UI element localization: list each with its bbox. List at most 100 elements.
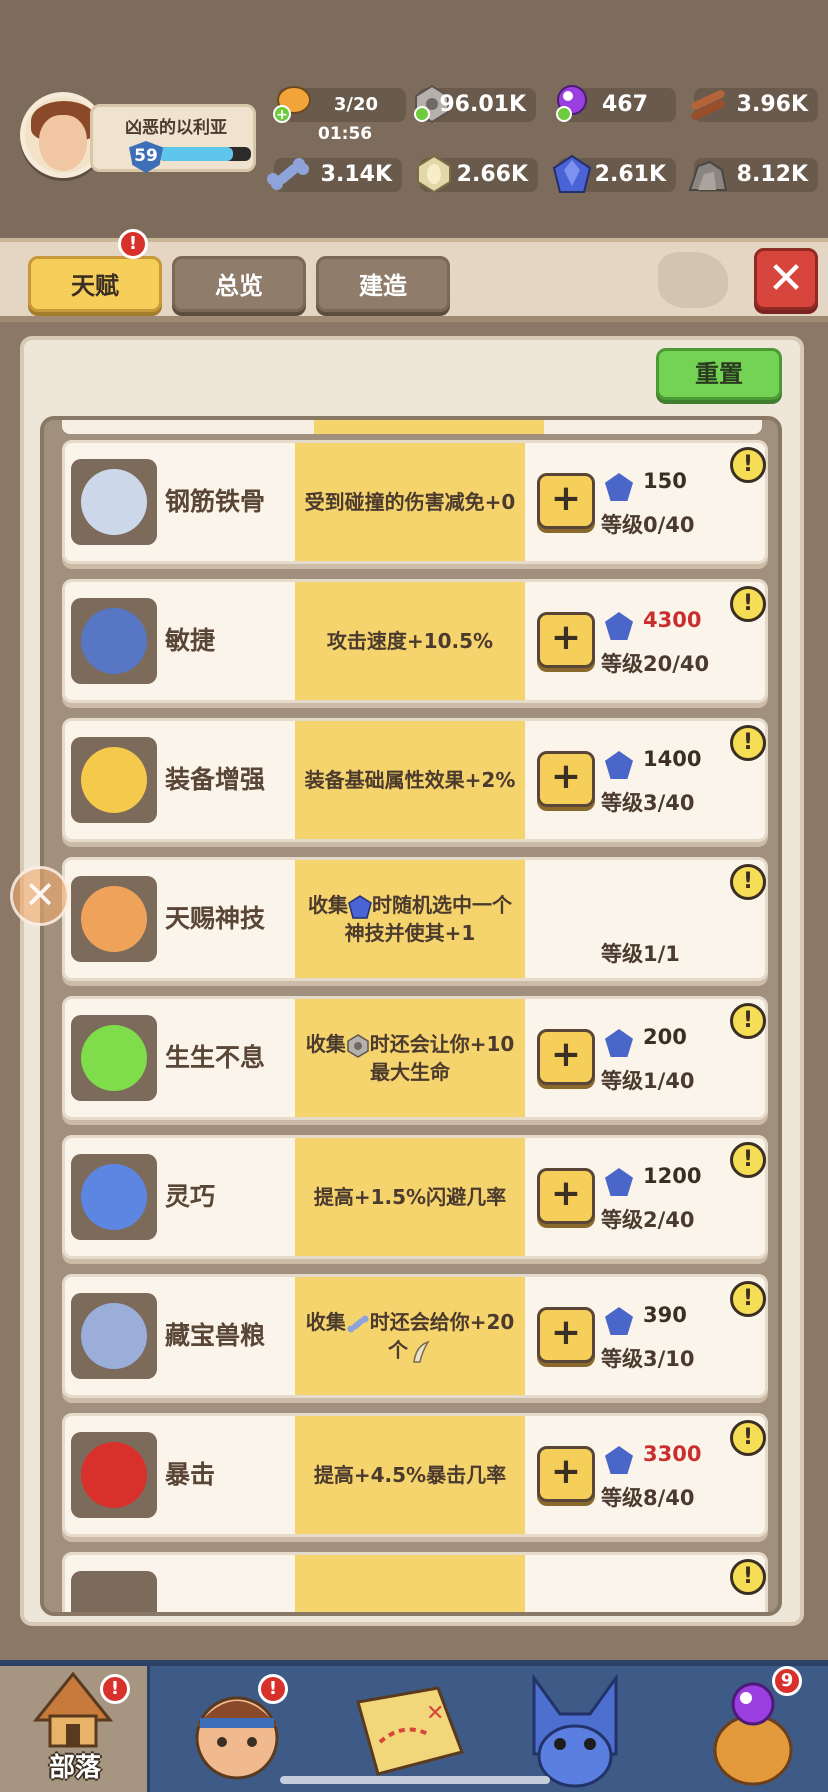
talent-level: 等级8/40 [601, 1486, 695, 1510]
info-icon[interactable]: ! [730, 864, 766, 900]
talent-title: 生生不息 [165, 1043, 266, 1072]
bone-icon [267, 158, 309, 190]
talent-description: 装备基础属性效果+2% [295, 721, 525, 839]
upgrade-button[interactable]: + [537, 473, 595, 529]
meat-plus-icon: + [273, 86, 311, 123]
player-name: 凶恶的以利亚 [125, 118, 227, 138]
talent-cost: 3300 [643, 1442, 702, 1466]
tab-build[interactable]: 建造 [316, 256, 450, 312]
info-icon[interactable]: ! [730, 1003, 766, 1039]
info-icon[interactable]: ! [730, 1559, 766, 1595]
talent-row[interactable]: 天赐神技 收集 时随机选中一个神技并使其+1 等级1/1! [62, 857, 768, 981]
nav-tribe-label: 部落 [48, 1753, 101, 1783]
talent-row-partial: ! [62, 1552, 768, 1612]
talent-cost: 4300 [643, 608, 702, 632]
talent-cost: 200 [643, 1025, 687, 1049]
svg-text:+: + [276, 107, 288, 123]
upgrade-button[interactable]: + [537, 1446, 595, 1502]
talent-level: 等级1/1 [601, 942, 680, 966]
talent-description-suffix: 时还会给你+20个 [369, 1310, 515, 1362]
tooth-resource[interactable]: 2.66K [417, 154, 538, 194]
nav-pet[interactable] [504, 1666, 654, 1792]
info-icon[interactable]: ! [730, 1142, 766, 1178]
close-button[interactable]: ✕ [754, 248, 818, 310]
gem-value: 2.61K [594, 162, 666, 187]
talent-level: 等级3/40 [601, 791, 695, 815]
talent-icon-partial [71, 1571, 157, 1612]
gem-cost-icon [605, 612, 633, 640]
talent-cost: 150 [643, 469, 687, 493]
talent-description: 收集 时还会给你+20个 [295, 1277, 525, 1395]
talent-description: 收集 时还会让你+10最大生命 [295, 999, 525, 1117]
talent-row[interactable]: 钢筋铁骨 受到碰撞的伤害减免+0 +150 等级0/40! [62, 440, 768, 564]
tab-talent[interactable]: 天赋 [28, 256, 162, 312]
wood-logs-icon [691, 90, 725, 120]
talent-level: 等级3/10 [601, 1347, 695, 1371]
reset-button[interactable]: 重置 [656, 348, 782, 400]
talent-row[interactable]: 敏捷 攻击速度+10.5% +4300 等级20/40! [62, 579, 768, 703]
player-card[interactable]: 凶恶的以利亚 59 [90, 104, 256, 173]
nav-hero[interactable] [168, 1666, 318, 1792]
talent-title: 装备增强 [165, 765, 266, 794]
tab-overview[interactable]: 总览 [172, 256, 306, 312]
upgrade-button[interactable]: + [537, 1029, 595, 1085]
gem-cost-icon [605, 473, 633, 501]
talent-level: 等级2/40 [601, 1208, 695, 1232]
talent-cost: 1400 [643, 747, 702, 771]
rock-value: 8.12K [736, 162, 808, 187]
stone-resource[interactable]: 96.01K [414, 84, 536, 124]
gem-cost-icon [605, 751, 633, 779]
bone-resource[interactable]: 3.14K [267, 158, 402, 192]
gem-cost-icon [605, 1029, 633, 1057]
talent-row[interactable]: 藏宝兽粮 收集 时还会给你+20个 +390 等级3/10! [62, 1274, 768, 1398]
gem-cost-icon [605, 1168, 633, 1196]
info-icon[interactable]: ! [730, 586, 766, 622]
talent-title: 藏宝兽粮 [165, 1321, 266, 1350]
talent-description-prefix: 收集 [305, 1310, 346, 1334]
info-icon[interactable]: ! [730, 1281, 766, 1317]
armor-up-icon [71, 737, 157, 823]
stone-value: 96.01K [439, 92, 526, 117]
svg-text:✕: ✕ [426, 1701, 444, 1726]
orb-resource[interactable]: 467 [556, 85, 676, 122]
energy-resource[interactable]: + 3/20 [273, 86, 406, 123]
home-indicator[interactable] [280, 1776, 550, 1784]
blue-gem-inline-icon [348, 894, 372, 919]
floating-close-icon[interactable]: ✕ [10, 866, 70, 926]
blue-gem-icon [552, 154, 592, 193]
nav-tribe-badge: ! [100, 1674, 130, 1704]
talent-cost: 1200 [643, 1164, 702, 1188]
talent-row[interactable]: 装备增强 装备基础属性效果+2% +1400 等级3/40! [62, 718, 768, 842]
gem-cost-icon [605, 1307, 633, 1335]
info-icon[interactable]: ! [730, 447, 766, 483]
talent-description-prefix: 收集 [308, 893, 348, 917]
upgrade-button[interactable]: + [537, 1168, 595, 1224]
nav-map[interactable]: ✕ [336, 1666, 486, 1792]
talent-row[interactable]: 暴击 提高+4.5%暴击几率 +3300 等级8/40! [62, 1413, 768, 1537]
talent-list[interactable]: 钢筋铁骨 受到碰撞的伤害减免+0 +150 等级0/40! 敏捷 攻击速度+10.5% +4… [40, 416, 782, 1616]
info-icon[interactable]: ! [730, 725, 766, 761]
player-level-badge: 59 [129, 141, 163, 173]
nav-bag-badge: 9 [772, 1666, 802, 1696]
talent-title: 敏捷 [165, 626, 216, 655]
talent-row[interactable]: 灵巧 提高+1.5%闪避几率 +1200 等级2/40! [62, 1135, 768, 1259]
talent-description [295, 1555, 525, 1612]
tab-talent-alert-badge: ! [118, 229, 148, 259]
bone-icon [71, 1293, 157, 1379]
gem-resource[interactable]: 2.61K [552, 154, 676, 193]
wood-resource[interactable]: 3.96K [691, 88, 818, 122]
upgrade-button[interactable]: + [537, 612, 595, 668]
wolf-emblem-icon [658, 252, 728, 308]
upgrade-button[interactable]: + [537, 1307, 595, 1363]
upgrade-button[interactable]: + [537, 751, 595, 807]
rock-resource[interactable]: 8.12K [688, 158, 818, 192]
bottom-nav: 部落 ! ! ✕ 9 [0, 1660, 828, 1792]
treasure-map-icon: ✕ [356, 1686, 464, 1776]
talent-title: 钢筋铁骨 [165, 487, 266, 516]
talent-description: 受到碰撞的伤害减免+0 [295, 443, 525, 561]
fossil-egg-icon [417, 154, 451, 194]
info-icon[interactable]: ! [730, 1420, 766, 1456]
talent-row[interactable]: 生生不息 收集 时还会让你+10最大生命 +200 等级1/40! [62, 996, 768, 1120]
list-row-partial [62, 420, 762, 434]
heart-icon [71, 1015, 157, 1101]
